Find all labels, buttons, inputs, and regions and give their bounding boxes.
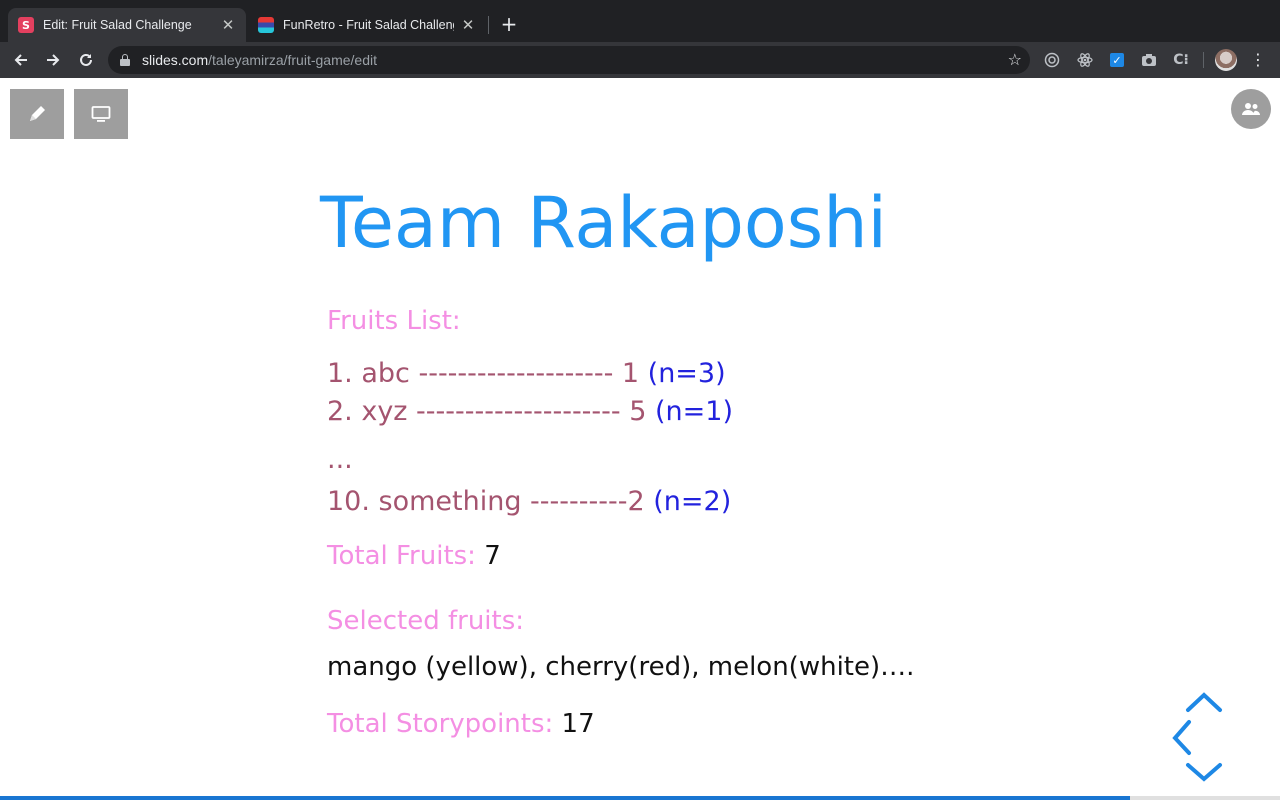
total-fruits-label: Total Fruits:	[327, 541, 476, 571]
list-item[interactable]: 2. xyz --------------------- 5 (n=1)	[327, 396, 733, 427]
coupon-extension-icon[interactable]: C⁝	[1172, 51, 1190, 69]
url-path: /taleyamirza/fruit-game/edit	[208, 52, 377, 68]
edit-mode-button[interactable]	[10, 89, 64, 139]
tab-title: FunRetro - Fruit Salad Challenge	[283, 18, 454, 32]
funretro-favicon-icon	[258, 17, 274, 33]
people-icon	[1242, 103, 1260, 115]
new-tab-icon[interactable]: +	[499, 12, 519, 36]
url-host: slides.com	[142, 52, 209, 68]
selected-fruits-label[interactable]: Selected fruits:	[327, 606, 524, 636]
forward-arrow-icon[interactable]	[41, 48, 65, 72]
list-item[interactable]: 1. abc -------------------- 1 (n=3)	[327, 358, 726, 389]
total-storypoints-label: Total Storypoints:	[327, 709, 554, 739]
slide-navigation	[1172, 692, 1222, 782]
tab-funretro[interactable]: FunRetro - Fruit Salad Challenge ✕	[248, 8, 486, 42]
list-item-text: 1. abc -------------------- 1	[327, 358, 648, 389]
list-item-count: (n=3)	[647, 358, 726, 389]
pen-icon	[30, 106, 45, 121]
camera-extension-icon[interactable]	[1140, 51, 1158, 69]
total-fruits-value: 7	[484, 541, 501, 571]
slides-favicon-icon: S	[18, 17, 34, 33]
list-item[interactable]: 10. something ----------2 (n=2)	[327, 486, 731, 517]
collaborators-button[interactable]	[1231, 89, 1271, 129]
checkbox-extension-icon[interactable]: ✓	[1110, 53, 1124, 67]
nav-up-arrow-icon[interactable]	[1186, 692, 1222, 712]
bookmark-star-icon[interactable]: ☆	[1008, 50, 1022, 69]
total-storypoints-line[interactable]: Total Storypoints: 17	[327, 709, 595, 739]
list-item-text: ...	[327, 444, 353, 475]
back-arrow-icon[interactable]	[9, 48, 33, 72]
slide-title[interactable]: Team Rakaposhi	[320, 188, 887, 258]
nav-down-arrow-icon[interactable]	[1186, 763, 1222, 782]
list-item-count: (n=2)	[653, 486, 732, 517]
total-fruits-line[interactable]: Total Fruits: 7	[327, 541, 501, 571]
browser-tab-strip: S Edit: Fruit Salad Challenge ✕ FunRetro…	[0, 0, 1280, 42]
reload-icon[interactable]	[74, 48, 98, 72]
nav-left-arrow-icon[interactable]	[1172, 720, 1191, 755]
presentation-progress-bar	[0, 796, 1130, 800]
extension-separator	[1203, 52, 1204, 68]
list-item[interactable]: ...	[327, 444, 353, 475]
monitor-icon	[91, 106, 111, 122]
list-item-text: 10. something ----------2	[327, 486, 654, 517]
tab-edit-fruit-salad[interactable]: S Edit: Fruit Salad Challenge ✕	[8, 8, 246, 42]
fruits-list-label[interactable]: Fruits List:	[327, 306, 461, 336]
tab-title: Edit: Fruit Salad Challenge	[43, 18, 192, 32]
address-bar[interactable]: slides.com/taleyamirza/fruit-game/edit ☆	[108, 46, 1030, 74]
tab-separator	[488, 16, 489, 34]
selected-fruits-value[interactable]: mango (yellow), cherry(red), melon(white…	[327, 652, 914, 682]
browser-toolbar: slides.com/taleyamirza/fruit-game/edit ☆…	[0, 42, 1280, 78]
lock-icon	[120, 54, 130, 66]
profile-avatar[interactable]	[1215, 49, 1237, 71]
list-item-text: 2. xyz --------------------- 5	[327, 396, 655, 427]
tab-close-icon[interactable]: ✕	[460, 16, 476, 34]
tab-close-icon[interactable]: ✕	[220, 16, 236, 34]
browser-menu-icon[interactable]: ⋮	[1250, 50, 1266, 69]
list-item-count: (n=1)	[655, 396, 733, 427]
extension-target-icon[interactable]	[1043, 51, 1061, 69]
presentation-progress-track	[1130, 796, 1280, 800]
total-storypoints-value: 17	[561, 709, 595, 739]
react-devtools-icon[interactable]	[1076, 51, 1094, 69]
present-mode-button[interactable]	[74, 89, 128, 139]
